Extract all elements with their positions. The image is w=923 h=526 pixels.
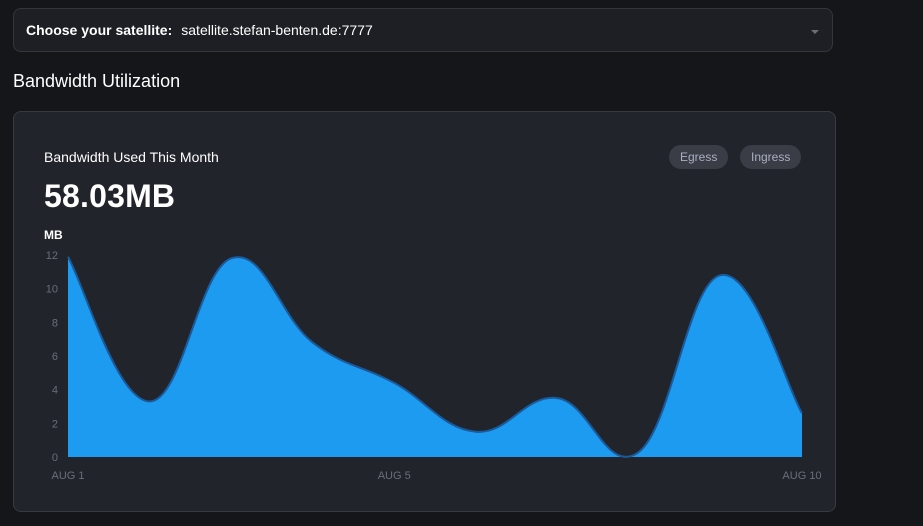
section-title: Bandwidth Utilization [13, 71, 181, 91]
bandwidth-card: Bandwidth Used This Month 58.03MB MB Egr… [13, 111, 836, 512]
ingress-button[interactable]: Ingress [740, 145, 802, 169]
egress-button[interactable]: Egress [669, 145, 729, 169]
satellite-selector[interactable]: Choose your satellite: satellite.stefan-… [13, 8, 833, 52]
chart-unit-label: MB [44, 228, 63, 242]
card-title: Bandwidth Used This Month [44, 149, 219, 165]
bandwidth-total: 58.03MB [44, 178, 176, 214]
satellite-value[interactable]: satellite.stefan-benten.de:7777 [181, 22, 372, 38]
satellite-label: Choose your satellite: [26, 22, 173, 38]
chevron-down-icon[interactable] [811, 30, 819, 34]
